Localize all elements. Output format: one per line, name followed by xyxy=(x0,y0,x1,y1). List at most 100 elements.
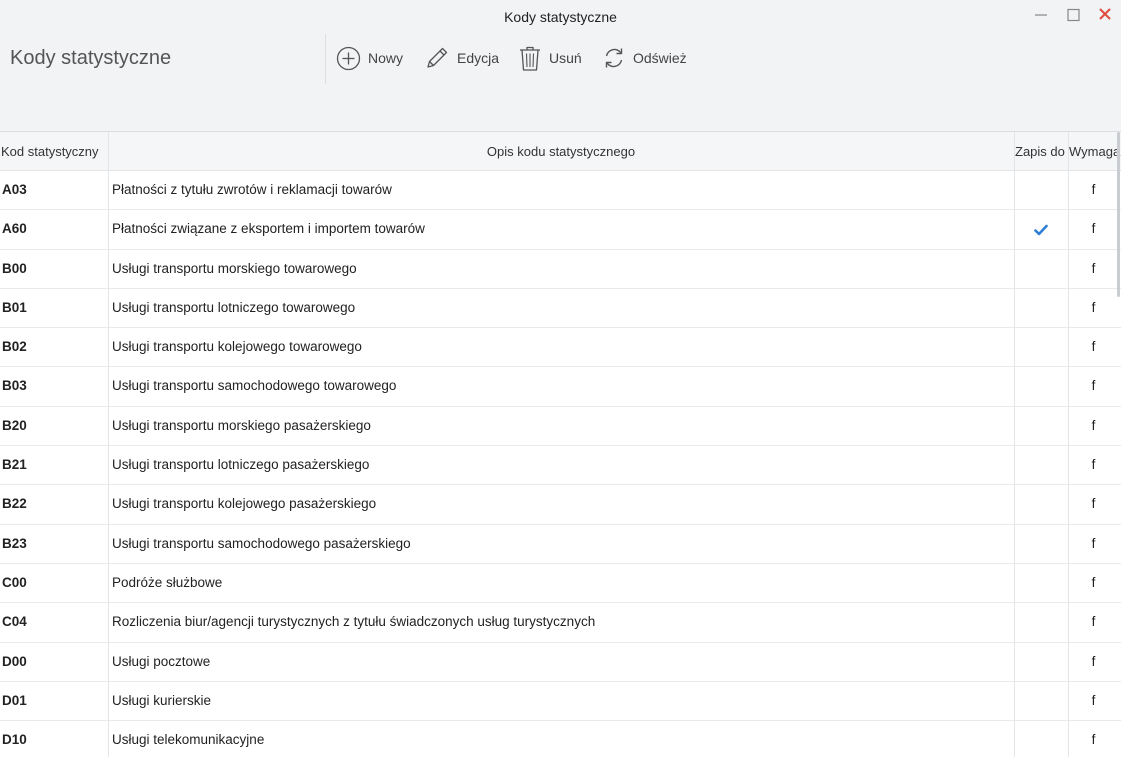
cell-kod: C00 xyxy=(2,574,27,590)
table-row[interactable]: D10 Usługi telekomunikacyjne f xyxy=(0,721,1121,757)
table-row[interactable]: B03 Usługi transportu samochodowego towar… xyxy=(0,367,1121,407)
table-row[interactable]: B20 Usługi transportu morskiego pasażersk… xyxy=(0,407,1121,447)
refresh-icon xyxy=(605,48,623,68)
minimize-button[interactable] xyxy=(1031,6,1051,24)
minimize-icon xyxy=(1035,14,1047,16)
table-row[interactable]: B01 Usługi transportu lotniczego towarowe… xyxy=(0,289,1121,329)
cell-zapis[interactable] xyxy=(1014,525,1068,563)
cell-kod: A60 xyxy=(2,221,27,237)
cell-zapis[interactable] xyxy=(1014,682,1068,720)
cell-opis: Usługi transportu samochodowego towarowe… xyxy=(112,378,397,394)
table-row[interactable]: A03 Płatności z tytułu zwrotów i reklamac… xyxy=(0,171,1121,211)
table-row[interactable]: B22 Usługi transportu kolejowego pasażers… xyxy=(0,485,1121,525)
page-title: Kody statystyczne xyxy=(10,47,172,69)
cell-wymaga: f xyxy=(1091,535,1096,551)
delete-button[interactable]: Usuń xyxy=(518,44,582,72)
checkmark-icon xyxy=(1034,224,1048,236)
cell-zapis[interactable] xyxy=(1014,721,1068,757)
cell-wymaga: f xyxy=(1091,339,1096,355)
cell-opis: Usługi telekomunikacyjne xyxy=(112,732,265,748)
new-button-label: Nowy xyxy=(368,50,404,66)
cell-wymaga: f xyxy=(1091,182,1096,197)
cell-kod: C04 xyxy=(2,614,27,630)
cell-zapis[interactable] xyxy=(1014,250,1068,288)
close-button[interactable] xyxy=(1095,6,1115,24)
cell-zapis[interactable] xyxy=(1014,446,1068,484)
table-row[interactable]: B23 Usługi transportu samochodowego pasaż… xyxy=(0,525,1121,564)
cell-opis: Usługi transportu kolejowego towarowego xyxy=(112,339,362,355)
column-header-zapis[interactable]: Zapis do xyxy=(1014,132,1068,171)
cell-opis: Usługi kurierskie xyxy=(112,692,212,708)
vertical-scrollbar[interactable] xyxy=(1117,132,1120,297)
table-row[interactable]: B02 Usługi transportu kolejowego towarowe… xyxy=(0,328,1121,368)
title-bar: Kody statystyczne xyxy=(0,0,1121,34)
cell-opis: Rozliczenia biur/agencji turystycznych z… xyxy=(112,614,596,630)
table-row[interactable]: B00 Usługi transportu morskiego towaroweg… xyxy=(0,250,1121,289)
new-button[interactable]: Nowy xyxy=(336,44,403,72)
cell-opis: Usługi transportu morskiego pasażerskieg… xyxy=(112,417,371,433)
table-row[interactable]: D01 Usługi kurierskie f xyxy=(0,682,1121,722)
column-header-kod[interactable]: Kod statystyczny xyxy=(0,132,108,171)
edit-button-label: Edycja xyxy=(457,50,500,66)
table-row[interactable]: A60 Płatności związane z eksportem i impo… xyxy=(0,210,1121,250)
cell-kod: B20 xyxy=(2,417,27,433)
cell-zapis[interactable] xyxy=(1014,210,1068,248)
cell-zapis[interactable] xyxy=(1014,328,1068,366)
cell-opis: Usługi transportu lotniczego towarowego xyxy=(112,299,356,315)
table-body: A03 Płatności z tytułu zwrotów i reklamac… xyxy=(0,171,1121,757)
cell-wymaga: f xyxy=(1091,692,1096,708)
cell-zapis[interactable] xyxy=(1014,289,1068,327)
cell-wymaga: f xyxy=(1091,732,1096,748)
toolbar-divider xyxy=(325,34,326,84)
table-row[interactable]: C04 Rozliczenia biur/agencji turystycznyc… xyxy=(0,603,1121,643)
cell-wymaga: f xyxy=(1091,260,1096,276)
trash-icon xyxy=(520,46,540,71)
pencil-icon xyxy=(427,47,448,68)
cell-zapis[interactable] xyxy=(1014,564,1068,602)
cell-kod: B03 xyxy=(2,378,27,394)
cell-zapis[interactable] xyxy=(1014,171,1068,209)
cell-opis: Usługi transportu lotniczego pasażerskie… xyxy=(112,457,370,473)
refresh-button-label: Odśwież xyxy=(633,50,687,66)
cell-zapis[interactable] xyxy=(1014,603,1068,641)
cell-opis: Usługi transportu kolejowego pasażerskie… xyxy=(112,496,377,512)
refresh-button[interactable]: Odśwież xyxy=(602,44,687,72)
table-row[interactable]: B21 Usługi transportu lotniczego pasażers… xyxy=(0,446,1121,486)
cell-zapis[interactable] xyxy=(1014,485,1068,523)
cell-opis: Usługi pocztowe xyxy=(112,653,211,669)
cell-zapis[interactable] xyxy=(1014,407,1068,445)
table-row[interactable]: C00 Podróże służbowe f xyxy=(0,564,1121,604)
cell-wymaga: f xyxy=(1091,378,1096,394)
cell-wymaga: f xyxy=(1091,496,1096,512)
cell-zapis[interactable] xyxy=(1014,643,1068,681)
cell-kod: B00 xyxy=(2,260,27,276)
cell-opis: Podróże służbowe xyxy=(112,574,223,590)
cell-opis: Płatności z tytułu zwrotów i reklamacji … xyxy=(112,182,392,197)
toolbar: Kody statystyczne Nowy Edycja Usuń Odświ… xyxy=(0,34,1121,131)
window-title: Kody statystyczne xyxy=(504,9,617,25)
cell-kod: D00 xyxy=(2,653,27,669)
cell-kod: D01 xyxy=(2,692,27,708)
cell-zapis[interactable] xyxy=(1014,367,1068,405)
cell-wymaga: f xyxy=(1091,574,1096,590)
cell-wymaga: f xyxy=(1091,614,1096,630)
codes-table: Kod statystyczny Opis kodu statystyczneg… xyxy=(0,131,1121,757)
table-row[interactable]: D00 Usługi pocztowe f xyxy=(0,643,1121,682)
delete-button-label: Usuń xyxy=(549,50,582,66)
maximize-icon xyxy=(1067,8,1080,22)
cell-opis: Usługi transportu samochodowego pasażers… xyxy=(112,535,411,551)
edit-button[interactable]: Edycja xyxy=(424,44,499,72)
cell-wymaga: f xyxy=(1091,653,1096,669)
cell-opis: Usługi transportu morskiego towarowego xyxy=(112,260,357,276)
column-header-wymaga[interactable]: Wymaga xyxy=(1068,132,1121,171)
column-header-opis[interactable]: Opis kodu statystycznego xyxy=(108,132,1014,171)
cell-wymaga: f xyxy=(1091,299,1096,315)
column-divider xyxy=(108,132,109,757)
cell-kod: D10 xyxy=(2,732,27,748)
column-divider xyxy=(1068,132,1069,757)
maximize-button[interactable] xyxy=(1063,6,1083,24)
cell-wymaga: f xyxy=(1091,221,1096,237)
cell-kod: B21 xyxy=(2,457,27,473)
cell-kod: B22 xyxy=(2,496,27,512)
cell-kod: B23 xyxy=(2,535,27,551)
